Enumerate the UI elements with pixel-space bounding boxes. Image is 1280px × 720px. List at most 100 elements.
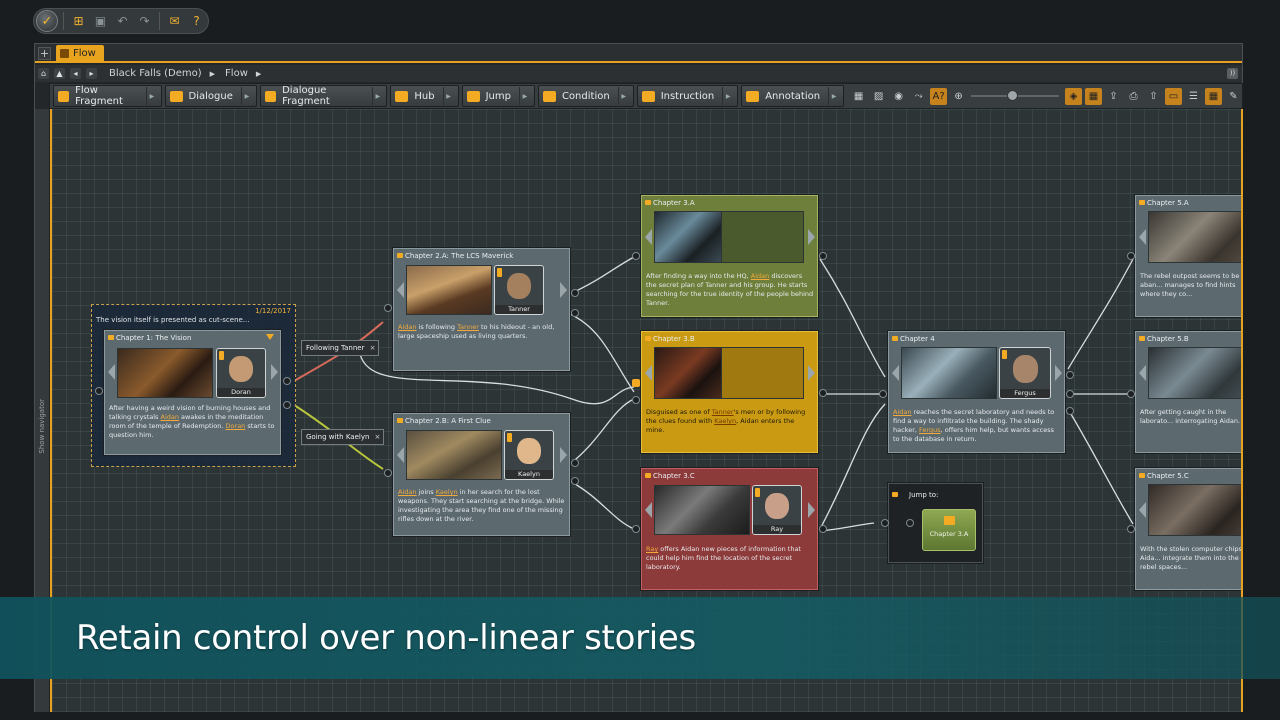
dropdown-arrow-icon[interactable]: ▶	[241, 87, 250, 105]
tile-view-icon[interactable]: ▦	[1205, 88, 1222, 105]
next-arrow-icon[interactable]	[560, 447, 567, 463]
connect-icon[interactable]: ⤳	[910, 88, 927, 105]
choice-going-kaelyn[interactable]: Going with Kaelyn×	[301, 429, 384, 445]
node-chapter-5c[interactable]: Chapter 5.C With the stolen computer chi…	[1135, 468, 1243, 590]
mail-icon[interactable]: ✉	[165, 12, 184, 31]
export-icon[interactable]: ⇪	[1105, 88, 1122, 105]
input-port[interactable]	[1127, 252, 1135, 260]
node-chapter-1[interactable]: Chapter 1: The Vision Doran After having…	[104, 330, 281, 455]
chevron-right-icon[interactable]: ▶	[210, 70, 215, 78]
hub-button[interactable]: Hub▶	[390, 85, 458, 107]
output-port[interactable]	[283, 401, 291, 409]
close-icon[interactable]: ×	[375, 430, 381, 444]
input-port[interactable]	[632, 525, 640, 533]
flow-fragment-button[interactable]: Flow Fragment▶	[53, 85, 162, 107]
share-icon[interactable]: ⇧	[1145, 88, 1162, 105]
breadcrumb-project[interactable]: Black Falls (Demo)	[109, 68, 202, 79]
prev-arrow-icon[interactable]	[397, 282, 404, 298]
node-chapter-5a[interactable]: Chapter 5.A The rebel outpost seems to b…	[1135, 195, 1243, 317]
output-port[interactable]	[571, 289, 579, 297]
instruction-button[interactable]: Instruction▶	[637, 85, 739, 107]
prev-arrow-icon[interactable]	[1139, 365, 1146, 381]
node-jump[interactable]: Jump to: Chapter 3.A	[888, 483, 983, 563]
close-icon[interactable]: ×	[370, 341, 376, 355]
input-port[interactable]	[384, 304, 392, 312]
input-port[interactable]	[1127, 525, 1135, 533]
output-port[interactable]	[819, 389, 827, 397]
jump-button[interactable]: Jump▶	[462, 85, 535, 107]
logo-icon[interactable]: ✓	[36, 10, 58, 32]
save-icon[interactable]: ▣	[91, 12, 110, 31]
layout-icon[interactable]: ▦	[850, 88, 867, 105]
home-icon[interactable]: ⌂	[38, 68, 49, 79]
dropdown-arrow-icon[interactable]: ▶	[443, 87, 452, 105]
input-port[interactable]	[95, 387, 103, 395]
dropdown-arrow-icon[interactable]: ▶	[146, 87, 154, 105]
input-port[interactable]	[1127, 390, 1135, 398]
collapse-icon[interactable]	[266, 334, 274, 340]
show-preview-icon[interactable]: ◈	[1065, 88, 1082, 105]
prev-arrow-icon[interactable]	[397, 447, 404, 463]
prev-arrow-icon[interactable]	[645, 229, 652, 245]
node-chapter-3a[interactable]: Chapter 3.A After finding a way into the…	[641, 195, 818, 317]
prev-arrow-icon[interactable]	[1139, 502, 1146, 518]
node-chapter-2b[interactable]: Chapter 2.B: A First Clue Kaelyn Aidan j…	[393, 413, 570, 536]
output-port[interactable]	[283, 377, 291, 385]
node-view-icon[interactable]: ▭	[1165, 88, 1182, 105]
input-port[interactable]	[632, 379, 640, 387]
output-port[interactable]	[571, 459, 579, 467]
node-chapter-5b[interactable]: Chapter 5.B After getting caught in the …	[1135, 331, 1243, 453]
chevron-right-icon[interactable]: ▶	[256, 70, 261, 78]
next-arrow-icon[interactable]	[1055, 365, 1062, 381]
next-arrow-icon[interactable]	[808, 365, 815, 381]
dialogue-button[interactable]: Dialogue▶	[165, 85, 257, 107]
new-icon[interactable]: ⊞	[69, 12, 88, 31]
image-icon[interactable]: ▨	[870, 88, 887, 105]
prev-arrow-icon[interactable]	[892, 365, 899, 381]
up-arrow-icon[interactable]: ▲	[54, 68, 65, 79]
input-port[interactable]	[384, 469, 392, 477]
output-port[interactable]	[906, 519, 914, 527]
output-port[interactable]	[819, 252, 827, 260]
list-view-icon[interactable]: ☰	[1185, 88, 1202, 105]
back-arrow-icon[interactable]: ◂	[70, 68, 81, 79]
dropdown-arrow-icon[interactable]: ▶	[618, 87, 627, 105]
input-port[interactable]	[632, 252, 640, 260]
rss-icon[interactable]: ))	[1227, 68, 1238, 79]
prev-arrow-icon[interactable]	[108, 364, 115, 380]
jump-target[interactable]: Chapter 3.A	[922, 509, 976, 551]
add-tab-button[interactable]: +	[38, 47, 51, 60]
prev-arrow-icon[interactable]	[645, 365, 652, 381]
spellcheck-icon[interactable]: A?	[930, 88, 947, 105]
next-arrow-icon[interactable]	[560, 282, 567, 298]
annotation-button[interactable]: Annotation▶	[741, 85, 844, 107]
input-port[interactable]	[632, 396, 640, 404]
breadcrumb-current[interactable]: Flow	[225, 68, 248, 79]
node-chapter-3b[interactable]: Chapter 3.B Disguised as one of Tanner's…	[641, 331, 818, 453]
output-port[interactable]	[1066, 407, 1074, 415]
grid-icon[interactable]: ▦	[1085, 88, 1102, 105]
redo-icon[interactable]: ↷	[135, 12, 154, 31]
input-port[interactable]	[879, 390, 887, 398]
dropdown-arrow-icon[interactable]: ▶	[519, 87, 528, 105]
output-port[interactable]	[1066, 371, 1074, 379]
prev-arrow-icon[interactable]	[645, 502, 652, 518]
zoom-slider-knob[interactable]	[1007, 90, 1018, 101]
dialogue-fragment-button[interactable]: Dialogue Fragment▶	[260, 85, 387, 107]
undo-icon[interactable]: ↶	[113, 12, 132, 31]
dropdown-arrow-icon[interactable]: ▶	[372, 87, 380, 105]
dropdown-arrow-icon[interactable]: ▶	[828, 87, 837, 105]
next-arrow-icon[interactable]	[808, 229, 815, 245]
output-port[interactable]	[571, 477, 579, 485]
tab-flow[interactable]: Flow	[56, 45, 104, 63]
node-chapter-3c[interactable]: Chapter 3.C Ray Ray offers Aidan new pie…	[641, 468, 818, 590]
node-chapter-2a[interactable]: Chapter 2.A: The LCS Maverick Tanner Aid…	[393, 248, 570, 371]
forward-arrow-icon[interactable]: ▸	[86, 68, 97, 79]
prev-arrow-icon[interactable]	[1139, 229, 1146, 245]
output-port[interactable]	[819, 525, 827, 533]
next-arrow-icon[interactable]	[271, 364, 278, 380]
print-icon[interactable]: ⎙	[1125, 88, 1142, 105]
next-arrow-icon[interactable]	[808, 502, 815, 518]
tools-icon[interactable]: ✎	[1225, 88, 1242, 105]
output-port[interactable]	[1066, 390, 1074, 398]
